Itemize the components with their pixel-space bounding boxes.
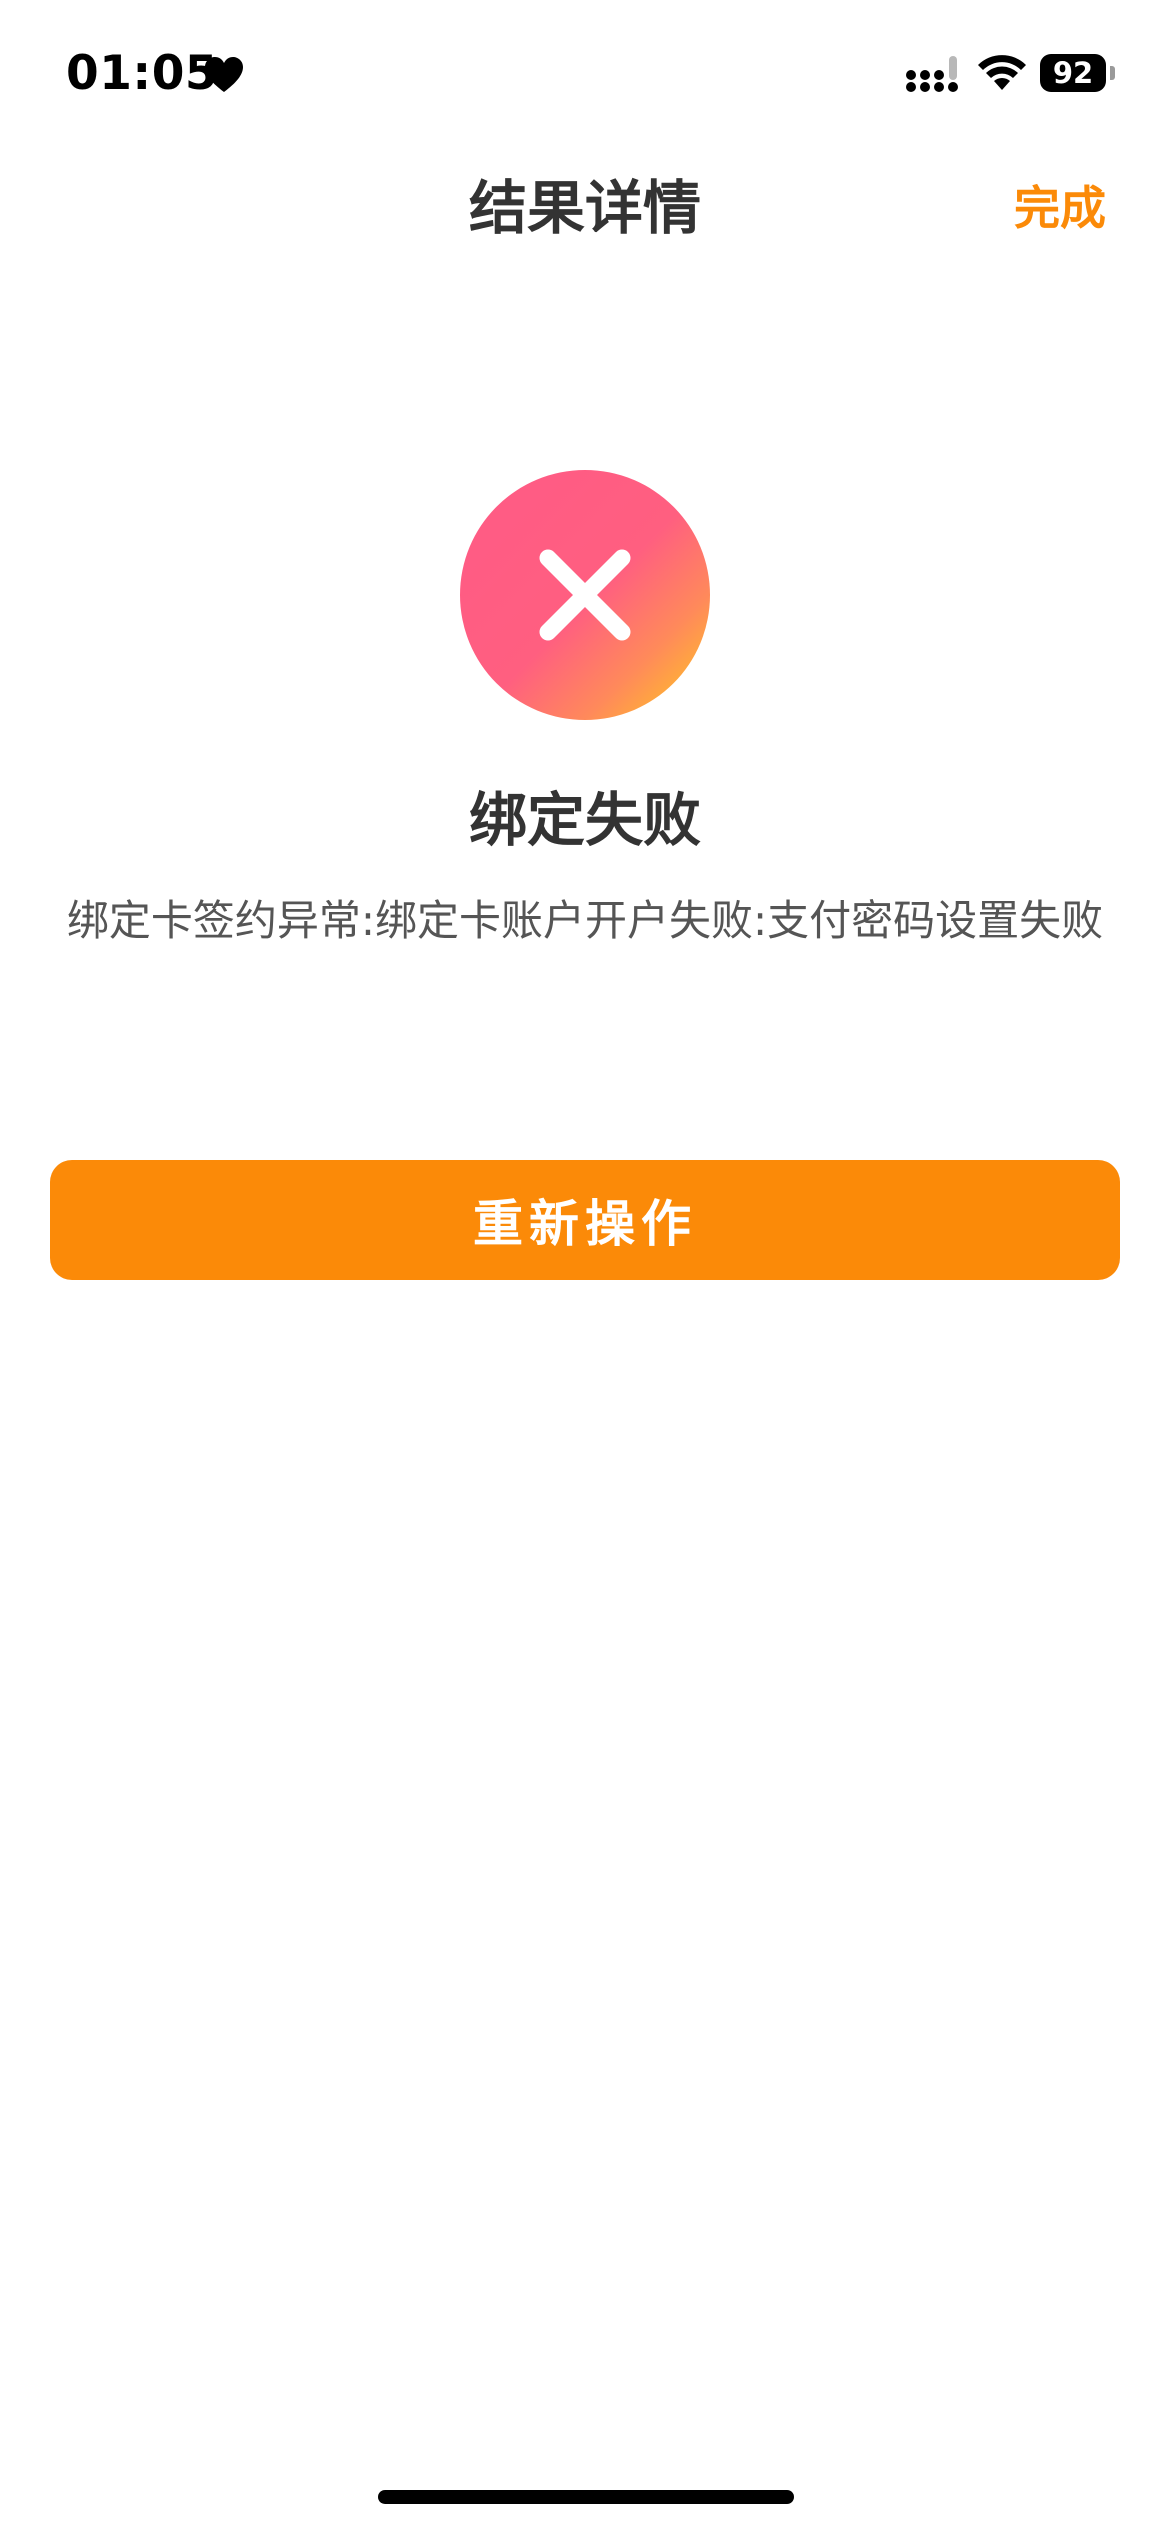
battery-icon: 92: [1040, 54, 1115, 92]
signal-icon: [906, 56, 958, 92]
result-message: 绑定卡签约异常:绑定卡账户开户失败:支付密码设置失败: [66, 896, 1104, 945]
done-button[interactable]: 完成: [1014, 176, 1106, 240]
battery-level: 92: [1040, 54, 1106, 92]
battery-cap: [1110, 66, 1115, 80]
home-indicator[interactable]: [378, 2490, 794, 2504]
wifi-icon: [978, 55, 1026, 90]
close-icon: [460, 470, 710, 720]
retry-button[interactable]: 重新操作: [50, 1160, 1120, 1280]
result-title: 绑定失败: [468, 786, 701, 854]
status-time: 01:05: [66, 46, 219, 101]
heart-icon: [205, 57, 243, 92]
status-bar: 01:05 92: [0, 0, 1170, 150]
page-title: 结果详情: [468, 174, 701, 242]
